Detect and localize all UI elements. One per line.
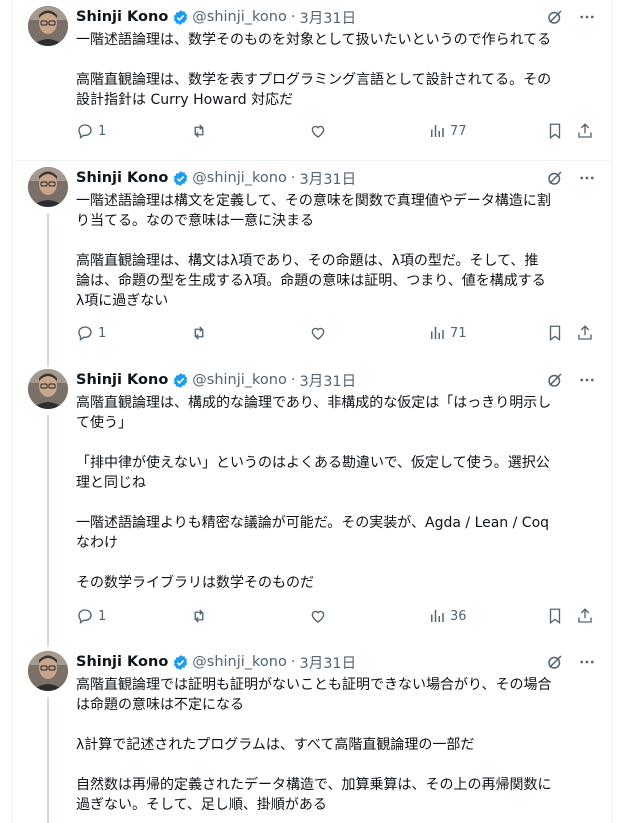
- grok-icon[interactable]: [546, 169, 564, 187]
- tweet-text: 一階述語論理は、数学そのものを対象として扱いたいというので作られてる 高階直観論…: [76, 32, 552, 108]
- grok-icon[interactable]: [546, 8, 564, 26]
- retweet-icon: [194, 124, 204, 138]
- like-button[interactable]: [309, 324, 327, 342]
- avatar[interactable]: [28, 369, 68, 409]
- share-icon: [578, 608, 592, 623]
- reply-count: 1: [98, 123, 107, 139]
- tweet-3[interactable]: Shinji Kono @shinji_kono · 3月31日 高階直観論理は…: [12, 358, 610, 645]
- like-button[interactable]: [309, 122, 327, 140]
- share-icon: [578, 325, 592, 340]
- author-name[interactable]: Shinji Kono: [76, 170, 168, 186]
- views-button[interactable]: 36: [428, 607, 467, 625]
- tweet-date[interactable]: 3月31日: [299, 7, 356, 28]
- tweet-1[interactable]: Shinji Kono @shinji_kono · 3月31日 一階述語論理は…: [12, 0, 610, 161]
- separator-dot: ·: [290, 372, 296, 388]
- views-icon: [431, 125, 444, 137]
- thread-line: [47, 640, 49, 647]
- tweet-4[interactable]: Shinji Kono @shinji_kono · 3月31日 高階直観論理で…: [12, 640, 610, 823]
- author-name[interactable]: Shinji Kono: [76, 9, 168, 25]
- views-icon: [431, 610, 444, 622]
- grok-icon[interactable]: [546, 371, 564, 389]
- tweet-text: 一階述語論理は構文を定義して、その意味を関数で真理値やデータ構造に割 り当てる。…: [76, 193, 551, 309]
- more-icon[interactable]: [578, 169, 596, 187]
- bookmark-icon: [549, 608, 561, 625]
- share-button[interactable]: [576, 122, 594, 140]
- tweet-header: Shinji Kono @shinji_kono · 3月31日: [76, 168, 596, 188]
- more-icon[interactable]: [578, 8, 596, 26]
- bookmark-icon: [549, 325, 561, 342]
- author-name[interactable]: Shinji Kono: [76, 654, 168, 670]
- bookmark-button[interactable]: [546, 122, 564, 140]
- like-button[interactable]: [309, 607, 327, 625]
- thread-line: [47, 358, 49, 367]
- retweet-button[interactable]: [190, 324, 208, 342]
- view-count: 71: [450, 325, 467, 341]
- tweet-header: Shinji Kono @shinji_kono · 3月31日: [76, 370, 596, 390]
- reply-count: 1: [98, 325, 107, 341]
- tweet-2[interactable]: Shinji Kono @shinji_kono · 3月31日 一階述語論理は…: [12, 161, 610, 363]
- reply-icon: [78, 609, 92, 624]
- verified-badge-icon: [174, 170, 188, 186]
- retweet-icon: [194, 326, 204, 340]
- share-icon: [578, 123, 592, 138]
- tweet-text: 高階直観論理は、構成的な論理であり、非構成的な仮定は「はっきり明示し て使う」 …: [76, 395, 552, 591]
- view-count: 36: [450, 608, 467, 624]
- view-count: 77: [450, 123, 467, 139]
- views-button[interactable]: 77: [428, 122, 467, 140]
- more-icon[interactable]: [578, 371, 596, 389]
- tweet-date[interactable]: 3月31日: [299, 168, 356, 189]
- share-button[interactable]: [576, 607, 594, 625]
- views-button[interactable]: 71: [428, 324, 467, 342]
- verified-badge-icon: [174, 9, 188, 25]
- bookmark-button[interactable]: [546, 607, 564, 625]
- retweet-icon: [194, 609, 204, 623]
- thread-line: [47, 697, 49, 823]
- author-name[interactable]: Shinji Kono: [76, 372, 168, 388]
- author-handle[interactable]: @shinji_kono: [192, 9, 287, 25]
- author-handle[interactable]: @shinji_kono: [192, 372, 287, 388]
- reply-icon: [78, 124, 92, 139]
- separator-dot: ·: [290, 170, 296, 186]
- author-handle[interactable]: @shinji_kono: [192, 170, 287, 186]
- avatar[interactable]: [28, 651, 68, 691]
- share-button[interactable]: [576, 324, 594, 342]
- views-icon: [431, 327, 444, 339]
- retweet-button[interactable]: [190, 607, 208, 625]
- tweet-actions: 1 36: [76, 607, 596, 627]
- avatar-photo: [28, 651, 68, 691]
- thread-line: [47, 415, 49, 645]
- verified-badge-icon: [174, 654, 188, 670]
- tweet-actions: 1 77: [76, 122, 596, 142]
- avatar[interactable]: [28, 6, 68, 46]
- heart-icon: [311, 327, 325, 340]
- bookmark-button[interactable]: [546, 324, 564, 342]
- tweet-text: 高階直観論理では証明も証明がないことも証明できない場合がり、その場合 は命題の意…: [76, 677, 552, 813]
- reply-button[interactable]: 1: [76, 122, 106, 140]
- tweet-date[interactable]: 3月31日: [299, 370, 356, 391]
- reply-icon: [78, 326, 92, 341]
- tweet-header: Shinji Kono @shinji_kono · 3月31日: [76, 652, 596, 672]
- avatar[interactable]: [28, 167, 68, 207]
- avatar-photo: [28, 369, 68, 409]
- grok-icon[interactable]: [546, 653, 564, 671]
- heart-icon: [311, 610, 325, 623]
- reply-button[interactable]: 1: [76, 607, 106, 625]
- reply-count: 1: [98, 608, 107, 624]
- tweet-header: Shinji Kono @shinji_kono · 3月31日: [76, 7, 596, 27]
- tweet-actions: 1 71: [76, 324, 596, 344]
- heart-icon: [311, 125, 325, 138]
- separator-dot: ·: [290, 9, 296, 25]
- more-icon[interactable]: [578, 653, 596, 671]
- bookmark-icon: [549, 123, 561, 140]
- avatar-photo: [28, 6, 68, 46]
- retweet-button[interactable]: [190, 122, 208, 140]
- reply-button[interactable]: 1: [76, 324, 106, 342]
- verified-badge-icon: [174, 372, 188, 388]
- avatar-photo: [28, 167, 68, 207]
- thread-line: [47, 213, 49, 363]
- tweet-date[interactable]: 3月31日: [299, 652, 356, 673]
- separator-dot: ·: [290, 654, 296, 670]
- author-handle[interactable]: @shinji_kono: [192, 654, 287, 670]
